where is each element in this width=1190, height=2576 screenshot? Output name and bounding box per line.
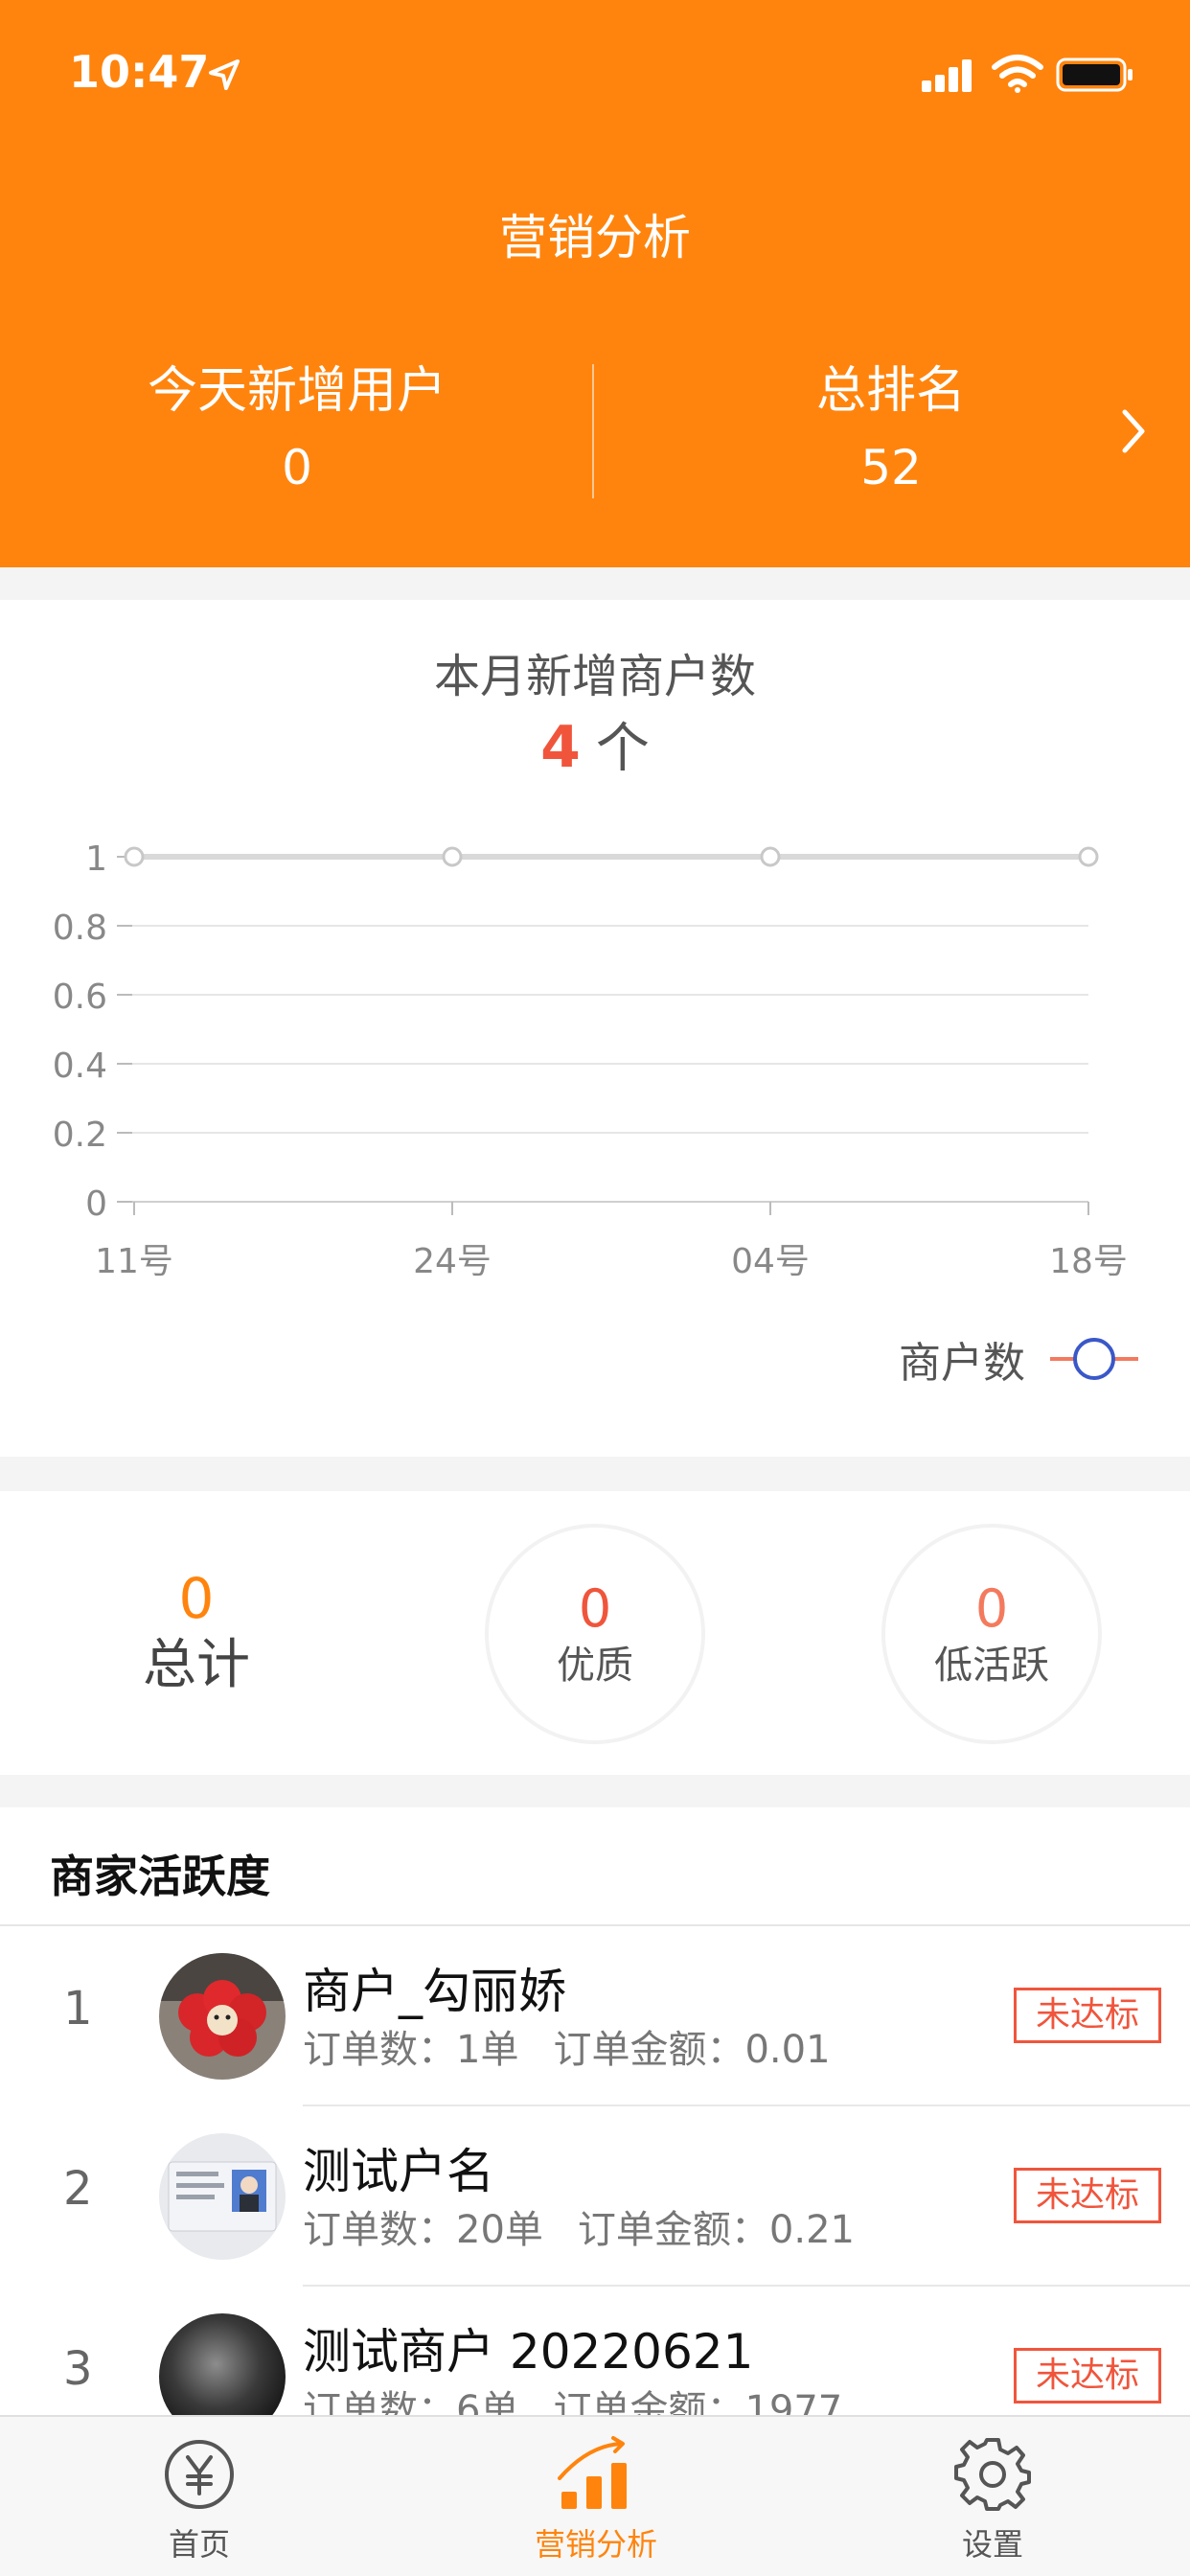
rank-stat[interactable]: 总排名 52 (594, 356, 1188, 504)
total-stat: 0 总计 (77, 1568, 316, 1702)
avatar (159, 2133, 286, 2260)
location-arrow-icon (209, 59, 240, 90)
y-tick-label: 0.4 (53, 1046, 107, 1086)
new-users-label: 今天新增用户 (147, 362, 446, 420)
low-activity-label: 低活跃 (934, 1644, 1049, 1688)
merchant-rank: 2 (63, 2162, 93, 2216)
monthly-count-unit: 个 (595, 718, 650, 780)
rank-label: 总排名 (815, 362, 966, 420)
rank-value: 52 (860, 440, 922, 495)
order-count: 订单数：20单 (303, 2208, 543, 2252)
order-amount: 订单金额：0.21 (577, 2208, 855, 2252)
merchant-rank: 1 (63, 1982, 93, 2036)
low-activity-value: 0 (974, 1578, 1009, 1639)
x-tick-label: 11号 (95, 1242, 173, 1281)
merchant-name: 测试户名 (303, 2144, 494, 2199)
y-tick-label: 0 (85, 1184, 107, 1224)
y-tick-label: 0.2 (53, 1116, 107, 1155)
wifi-icon (992, 55, 1043, 93)
y-tick-label: 0.8 (53, 908, 107, 948)
status-badge: 未达标 (1014, 1988, 1161, 2043)
x-tick-label: 18号 (1049, 1242, 1128, 1281)
status-time: 10:47 (69, 46, 210, 98)
total-label: 总计 (143, 1634, 250, 1696)
page-title: 营销分析 (499, 210, 691, 265)
merchant-meta: 订单数：1单 订单金额：0.01 (303, 2018, 865, 2074)
merchant-name: 商户_勾丽娇 (303, 1964, 566, 2019)
yuan-icon (165, 2440, 234, 2509)
monthly-count-value: 4 (540, 714, 581, 781)
data-point (760, 846, 781, 867)
data-point (1078, 846, 1099, 867)
bar-chart-trend-icon (558, 2436, 627, 2509)
monthly-count: 4个 (0, 705, 1190, 783)
merchant-activity-card: 商家活跃度 1 商户_勾丽娇 订单数：1单 订单金额：0.01 未达标 2 测试… (0, 1807, 1190, 2440)
new-users-stat: 今天新增用户 0 (0, 356, 594, 504)
quality-label: 优质 (557, 1644, 633, 1688)
y-tick-label: 0.6 (53, 978, 107, 1017)
header: 10:47 营销分析 今天新增用户 0 总排名 52 (0, 0, 1190, 567)
tab-home-label: 首页 (168, 2526, 230, 2563)
status-badge: 未达标 (1014, 2168, 1161, 2223)
merchant-rank: 3 (63, 2342, 93, 2396)
tab-bar: 首页 营销分析 设置 (0, 2415, 1190, 2576)
chart-legend: 商户数 (899, 1328, 1140, 1390)
order-count: 订单数：1单 (303, 2028, 519, 2072)
legend-label: 商户数 (899, 1339, 1025, 1388)
chart-title: 本月新增商户数 (433, 650, 756, 703)
cellular-signal-icon (922, 59, 972, 92)
legend-marker-icon (1050, 1338, 1138, 1380)
tab-settings[interactable]: 设置 (878, 2436, 1108, 2564)
order-amount: 订单金额：0.01 (553, 2028, 831, 2072)
tab-settings-label: 设置 (961, 2526, 1023, 2563)
x-tick-label: 24号 (413, 1242, 492, 1281)
data-point (124, 846, 145, 867)
avatar (159, 1953, 286, 2080)
battery-icon (1056, 58, 1133, 92)
tab-home[interactable]: 首页 (84, 2436, 314, 2564)
x-tick-label: 04号 (731, 1242, 810, 1281)
status-badge: 未达标 (1014, 2348, 1161, 2404)
summary-card: 0 总计 0 优质 0 低活跃 (0, 1491, 1190, 1775)
gear-icon (954, 2438, 1031, 2511)
low-activity-stat-circle[interactable]: 0 低活跃 (881, 1524, 1102, 1744)
y-tick-label: 1 (85, 840, 107, 879)
list-item[interactable]: 1 商户_勾丽娇 订单数：1单 订单金额：0.01 未达标 (0, 1926, 1190, 2106)
quality-stat-circle[interactable]: 0 优质 (485, 1524, 705, 1744)
tab-analysis-label: 营销分析 (534, 2526, 657, 2563)
merchant-meta: 订单数：20单 订单金额：0.21 (303, 2198, 889, 2254)
list-item[interactable]: 2 测试户名 订单数：20单 订单金额：0.21 未达标 (0, 2106, 1190, 2287)
chevron-right-icon[interactable] (1117, 402, 1152, 460)
activity-title: 商家活跃度 (50, 1851, 270, 1902)
total-value: 0 (178, 1566, 215, 1631)
tab-analysis[interactable]: 营销分析 (481, 2436, 711, 2564)
new-users-value: 0 (282, 440, 312, 495)
quality-value: 0 (578, 1578, 612, 1639)
data-point (442, 846, 463, 867)
line-chart: 0 0.2 0.4 0.6 0.8 1 11号 24号 04号 18号 (53, 840, 1128, 1281)
merchant-name: 测试商户 20220621 (303, 2324, 754, 2380)
monthly-merchants-card: 本月新增商户数 4个 0 0.2 0.4 0.6 0.8 1 11号 24号 04号 18号 商户… (0, 600, 1190, 1457)
